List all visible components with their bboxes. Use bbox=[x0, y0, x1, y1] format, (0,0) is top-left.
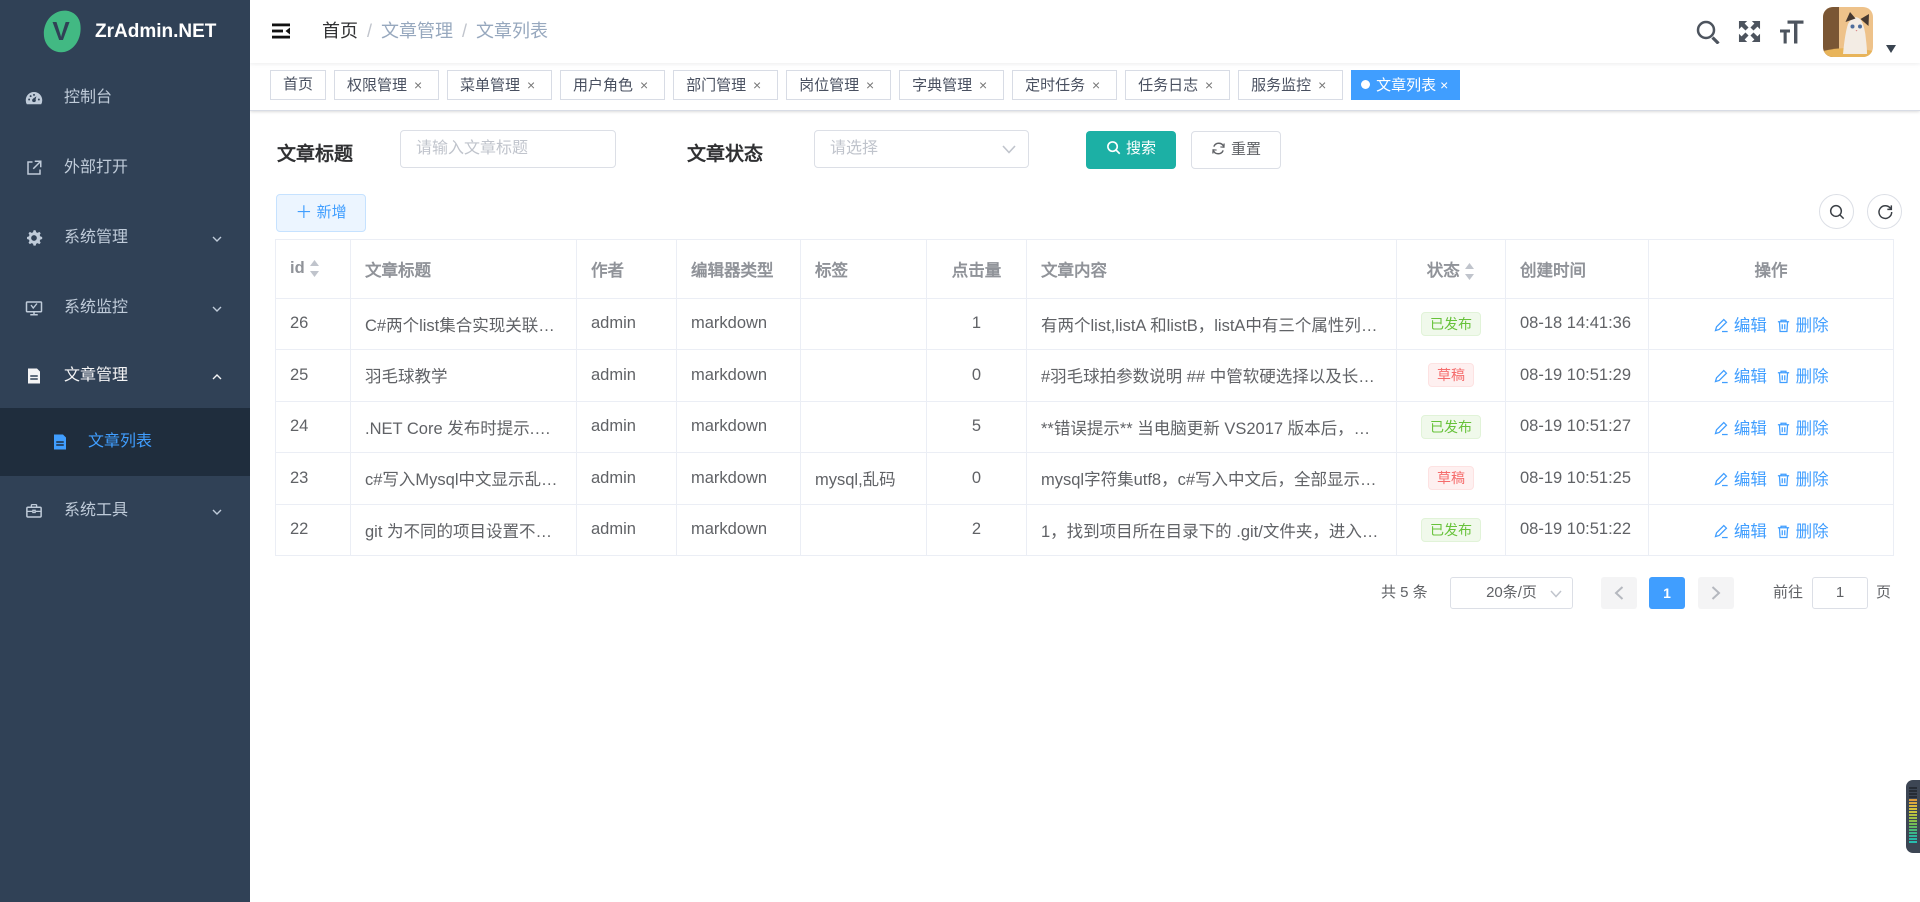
svg-text:V: V bbox=[52, 16, 70, 46]
